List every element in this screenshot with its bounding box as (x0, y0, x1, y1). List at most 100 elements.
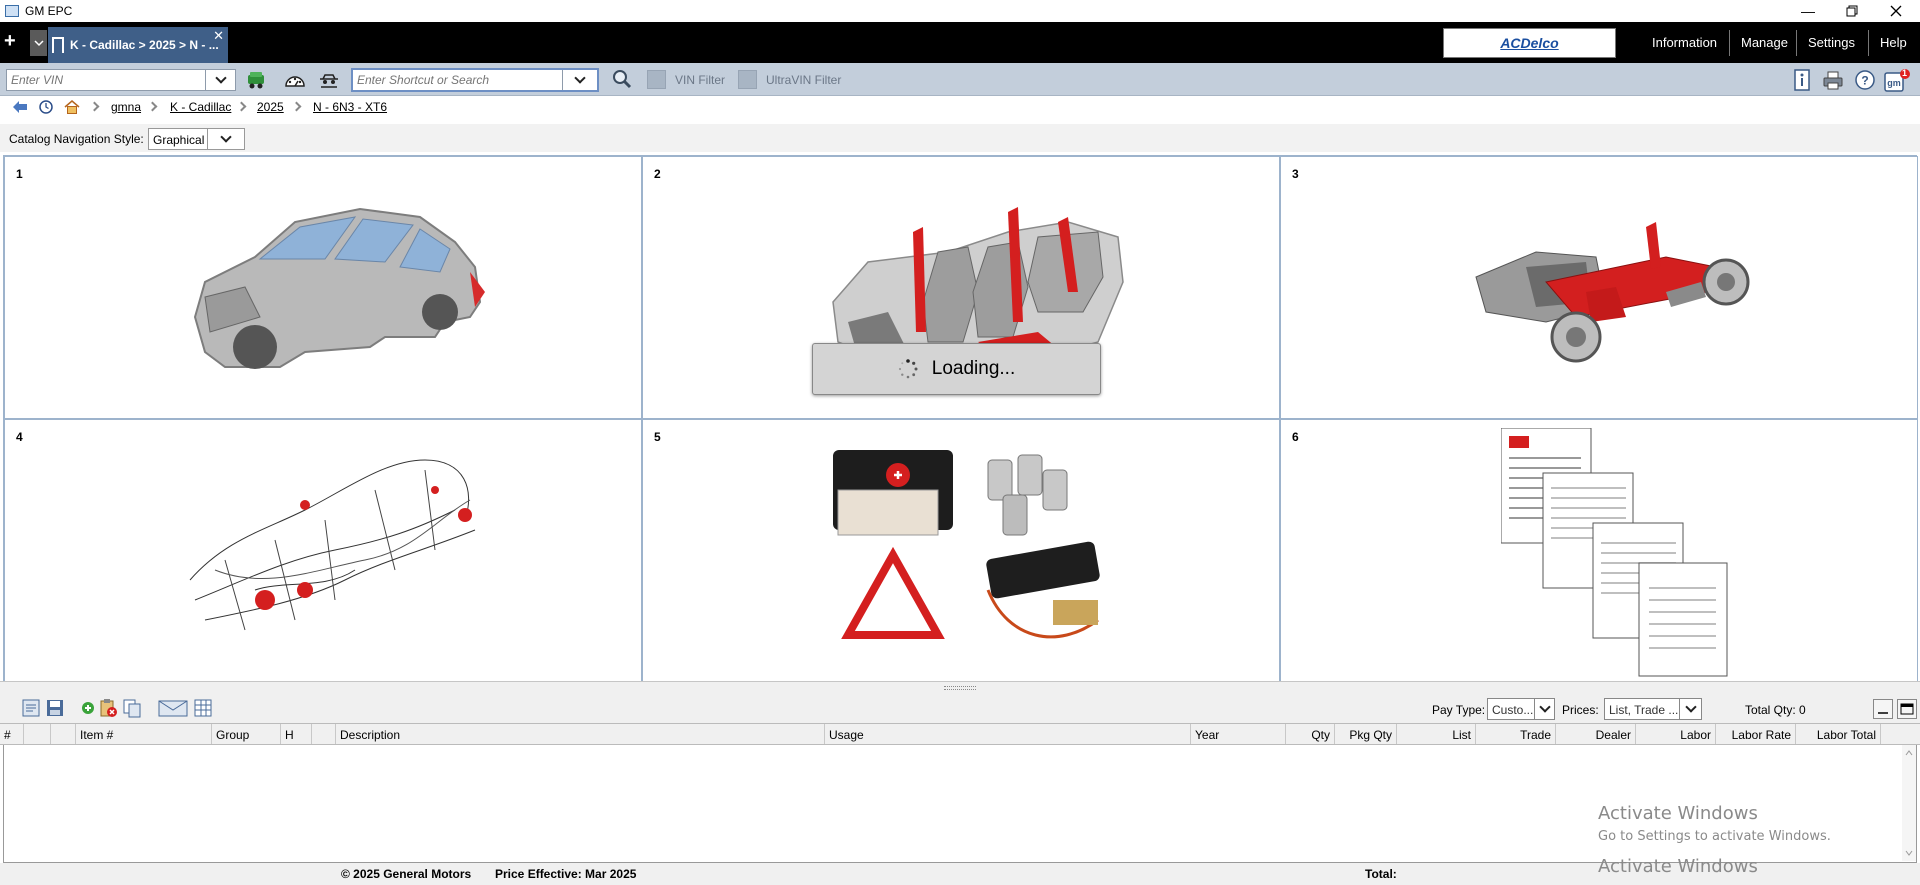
spinner-icon (898, 359, 918, 379)
catalog-nav-select[interactable]: Graphical (148, 128, 245, 150)
catalog-cell-4[interactable]: 4 (4, 419, 642, 682)
col-labor-rate[interactable]: Labor Rate (1716, 724, 1796, 744)
breadcrumb-make[interactable]: K - Cadillac (170, 100, 231, 114)
search-combo[interactable] (351, 68, 599, 92)
col-labor[interactable]: Labor (1636, 724, 1716, 744)
nav-manage-label: Manage (1741, 35, 1788, 50)
service-lift-icon[interactable] (318, 70, 340, 90)
nav-divider (1796, 30, 1797, 56)
prices-select[interactable]: List, Trade ... (1604, 698, 1702, 720)
vin-filter-checkbox[interactable] (647, 70, 666, 89)
catalog-cell-1[interactable]: 1 (4, 156, 642, 419)
nav-information-label: Information (1652, 35, 1718, 50)
window-title: GM EPC (25, 4, 73, 18)
search-dropdown-button[interactable] (563, 70, 597, 90)
minimize-panel-icon[interactable] (1873, 699, 1893, 719)
total-qty: Total Qty: 0 (1745, 703, 1806, 717)
cell-number: 4 (16, 430, 23, 444)
nav-manage[interactable]: Manage (1741, 22, 1788, 63)
breadcrumb-gmna[interactable]: gmna (111, 100, 141, 114)
col-year[interactable]: Year (1191, 724, 1286, 744)
search-input[interactable] (353, 70, 562, 90)
col-blank-3[interactable] (312, 724, 336, 744)
maximize-panel-icon[interactable] (1897, 699, 1917, 719)
notification-badge: 1 (1902, 68, 1908, 78)
col-trade[interactable]: Trade (1476, 724, 1556, 744)
pay-type-label: Pay Type: (1432, 703, 1486, 717)
vin-input[interactable] (7, 70, 203, 90)
col-dealer[interactable]: Dealer (1556, 724, 1636, 744)
splitter-grip[interactable] (944, 686, 976, 690)
pay-type-select[interactable]: Custo... (1487, 698, 1555, 720)
pay-type-dropdown[interactable] (1534, 699, 1554, 719)
app-icon (5, 5, 19, 17)
spreadsheet-icon[interactable] (193, 698, 213, 718)
chevron-down-icon (1684, 701, 1697, 713)
col-qty[interactable]: Qty (1286, 724, 1335, 744)
add-item-icon[interactable] (78, 698, 98, 718)
gm-notifications-icon[interactable]: gm 1 (1884, 68, 1910, 92)
catalog-cell-6[interactable]: 6 (1280, 419, 1918, 682)
chevron-down-icon (1538, 701, 1551, 713)
restore-icon[interactable] (1830, 0, 1874, 22)
loading-indicator: Loading... (812, 343, 1101, 395)
close-window-icon[interactable] (1874, 0, 1918, 22)
breadcrumb-model[interactable]: N - 6N3 - XT6 (313, 100, 387, 114)
save-icon[interactable] (45, 698, 65, 718)
clipboard-delete-icon[interactable] (98, 698, 118, 718)
help-icon[interactable]: ? (1854, 69, 1876, 91)
catalog-cell-5[interactable]: 5 (642, 419, 1280, 682)
activation-watermark-repeat: Activate Windows (1598, 856, 1758, 877)
col-blank-2[interactable] (51, 724, 76, 744)
history-icon[interactable] (38, 100, 54, 114)
catalog-nav-dropdown[interactable] (207, 129, 244, 149)
col-number[interactable]: # (0, 724, 24, 744)
vin-input-combo[interactable] (6, 69, 236, 91)
ultravin-filter-checkbox[interactable] (738, 70, 757, 89)
table-scrollbar[interactable] (1902, 745, 1916, 861)
catalog-nav-value: Graphical (153, 133, 205, 147)
edit-list-icon[interactable] (21, 698, 41, 718)
gauge-icon[interactable] (284, 70, 306, 90)
nav-help[interactable]: Help (1880, 22, 1907, 63)
email-icon[interactable] (158, 698, 188, 718)
back-arrow-icon[interactable] (12, 100, 28, 114)
vehicle-icon[interactable] (245, 70, 267, 90)
breadcrumb-separator (147, 101, 158, 112)
catalog-cell-3[interactable]: 3 (1280, 156, 1918, 419)
col-blank-1[interactable] (24, 724, 51, 744)
cell-number: 3 (1292, 167, 1299, 181)
vin-dropdown-button[interactable] (205, 70, 235, 90)
tab-list-dropdown[interactable] (30, 30, 47, 56)
home-icon[interactable] (64, 100, 80, 114)
nav-help-label: Help (1880, 35, 1907, 50)
panel-splitter[interactable] (0, 681, 1920, 694)
col-pkg-qty[interactable]: Pkg Qty (1335, 724, 1397, 744)
col-description[interactable]: Description (336, 724, 825, 744)
breadcrumb-year[interactable]: 2025 (257, 100, 284, 114)
info-icon[interactable] (1791, 69, 1813, 91)
copy-icon[interactable] (122, 698, 142, 718)
col-group[interactable]: Group (212, 724, 281, 744)
prices-value: List, Trade ... (1609, 703, 1679, 717)
col-list[interactable]: List (1397, 724, 1476, 744)
col-usage[interactable]: Usage (825, 724, 1191, 744)
printer-icon[interactable] (1822, 69, 1844, 91)
prices-dropdown[interactable] (1679, 699, 1701, 719)
bookmark-icon[interactable] (52, 37, 64, 53)
col-labor-total[interactable]: Labor Total (1796, 724, 1881, 744)
chevron-down-icon (574, 72, 586, 84)
activation-watermark-title: Activate Windows (1598, 803, 1758, 824)
search-icon[interactable] (611, 68, 633, 90)
col-h[interactable]: H (281, 724, 312, 744)
tab-catalog[interactable]: K - Cadillac > 2025 > N - ... ✕ (48, 27, 228, 63)
col-item-number[interactable]: Item # (76, 724, 212, 744)
breadcrumb-separator (291, 101, 302, 112)
nav-settings[interactable]: Settings (1808, 22, 1855, 63)
minimize-icon[interactable]: — (1786, 0, 1830, 22)
acdelco-logo[interactable]: ACDelco (1443, 28, 1616, 58)
chevron-down-icon (220, 131, 232, 143)
nav-information[interactable]: Information (1652, 22, 1717, 63)
close-tab-icon[interactable]: ✕ (213, 28, 224, 44)
new-tab-icon[interactable]: + (4, 31, 16, 51)
